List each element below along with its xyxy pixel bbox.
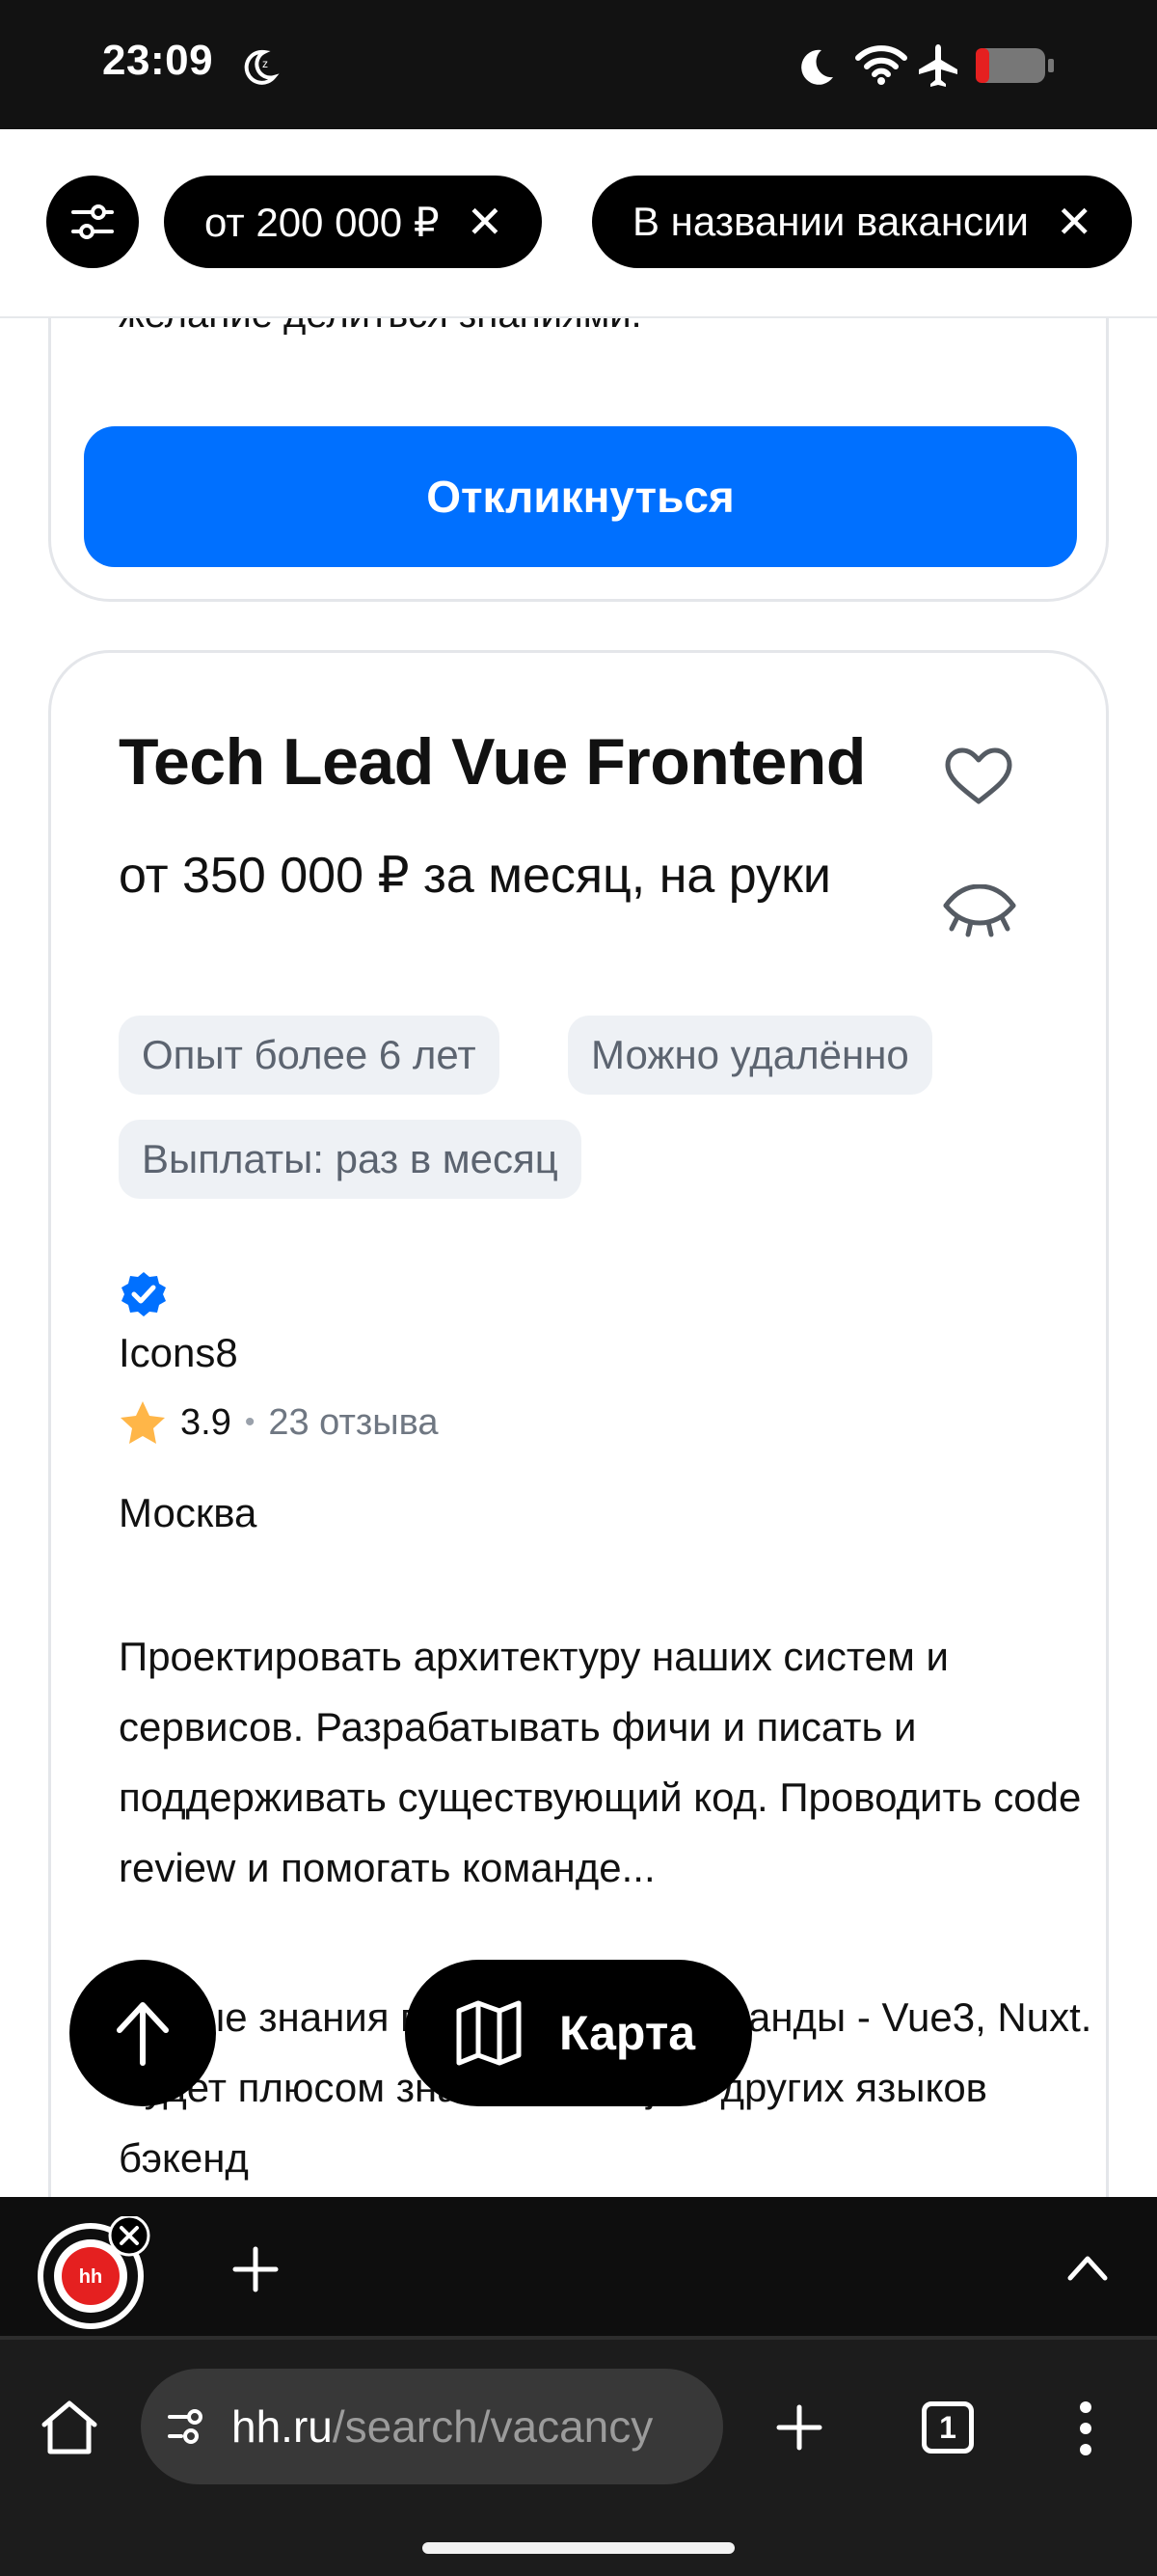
clock: 23:09 bbox=[102, 37, 214, 84]
reviews-count[interactable]: 23 отзыва bbox=[268, 1402, 438, 1444]
close-icon[interactable]: ✕ bbox=[467, 200, 504, 244]
tab-switcher-button[interactable]: 1 bbox=[922, 2401, 974, 2454]
separator-dot: • bbox=[244, 1406, 256, 1438]
browser-tab-strip: hh bbox=[0, 2197, 1157, 2340]
more-menu-icon[interactable] bbox=[1072, 2400, 1099, 2457]
vacancy-description: Проектировать архитектуру наших систем и… bbox=[119, 1634, 1082, 1890]
address-bar[interactable]: hh.ru/search/vacancy bbox=[141, 2369, 723, 2484]
url-host: hh.ru bbox=[231, 2401, 333, 2452]
scroll-to-top-button[interactable] bbox=[69, 1960, 216, 2106]
new-tab-plus-icon[interactable] bbox=[775, 2403, 823, 2452]
tab-favicon-hh[interactable]: hh bbox=[37, 2216, 150, 2330]
hide-eye-icon[interactable] bbox=[942, 884, 1017, 942]
gesture-home-bar[interactable] bbox=[422, 2542, 735, 2554]
vacancy-city: Москва bbox=[119, 1490, 257, 1535]
sliders-icon bbox=[71, 204, 114, 239]
apply-button[interactable]: Откликнуться bbox=[84, 426, 1077, 567]
tag-remote: Можно удалённо bbox=[568, 1016, 932, 1095]
tag-experience: Опыт более 6 лет bbox=[119, 1016, 499, 1095]
arrow-up-icon bbox=[117, 2002, 169, 2066]
home-icon[interactable] bbox=[39, 2398, 100, 2455]
moon-icon bbox=[801, 49, 833, 85]
chevron-up-icon[interactable] bbox=[1066, 2253, 1109, 2282]
filter-chip-label: В названии вакансии bbox=[632, 199, 1029, 244]
filter-settings-button[interactable] bbox=[46, 176, 139, 268]
vacancy-title[interactable]: Tech Lead Vue Frontend bbox=[119, 724, 866, 800]
battery-icon bbox=[976, 48, 1054, 83]
close-icon[interactable]: ✕ bbox=[1056, 200, 1093, 244]
filter-bar: от 200 000 ₽ ✕ В названии вакансии ✕ bbox=[0, 129, 1157, 318]
verified-badge-icon bbox=[121, 1272, 166, 1316]
company-rating[interactable]: 3.9 • 23 отзыва bbox=[119, 1399, 439, 1446]
status-bar: 23:09 z bbox=[0, 0, 1157, 129]
star-icon bbox=[121, 1401, 165, 1444]
app-icon-label: hh bbox=[79, 2266, 102, 2288]
map-button[interactable]: Карта bbox=[405, 1960, 752, 2106]
browser-toolbar: hh.ru/search/vacancy 1 bbox=[0, 2340, 1157, 2576]
heart-icon[interactable] bbox=[942, 746, 1015, 807]
filter-chip-label: от 200 000 ₽ bbox=[204, 199, 440, 245]
do-not-disturb-icon: z bbox=[244, 49, 280, 85]
rating-score: 3.9 bbox=[180, 1401, 231, 1443]
new-tab-plus-icon[interactable] bbox=[231, 2245, 280, 2293]
company-name[interactable]: Icons8 bbox=[119, 1330, 238, 1376]
airplane-icon bbox=[919, 44, 957, 87]
map-button-label: Карта bbox=[559, 2006, 696, 2060]
tag-payments: Выплаты: раз в месяц bbox=[119, 1120, 581, 1199]
map-icon bbox=[456, 2000, 522, 2066]
site-settings-icon[interactable] bbox=[168, 2407, 210, 2446]
svg-text:z: z bbox=[262, 57, 268, 70]
filter-chip-salary[interactable]: от 200 000 ₽ ✕ bbox=[164, 176, 543, 268]
wifi-icon bbox=[855, 45, 907, 85]
vacancy-salary: от 350 000 ₽ за месяц, на руки bbox=[119, 848, 831, 904]
url-path: /search/vacancy bbox=[332, 2401, 654, 2452]
filter-chip-title[interactable]: В названии вакансии ✕ bbox=[592, 176, 1132, 268]
